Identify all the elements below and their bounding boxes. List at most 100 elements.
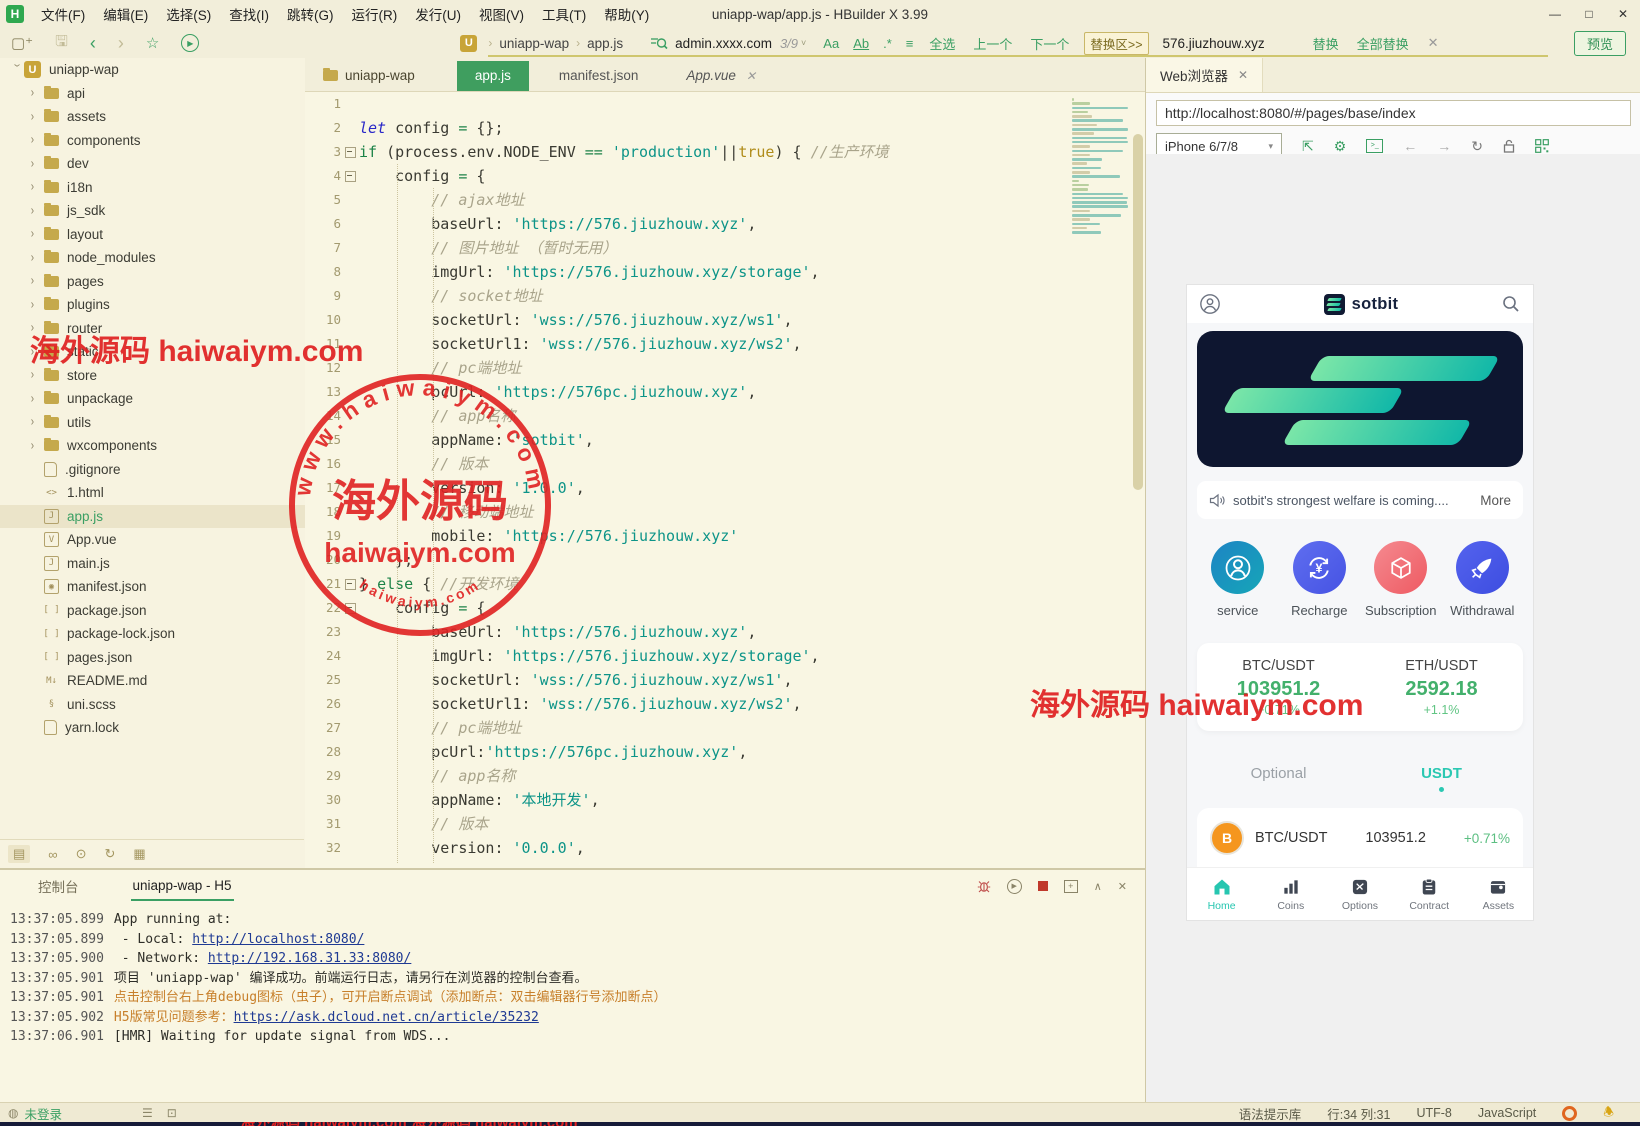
syntax-library-label[interactable]: 语法提示库 — [1239, 1104, 1302, 1123]
forward-icon[interactable]: › — [118, 33, 124, 54]
tree-folder-plugins[interactable]: ›plugins — [0, 293, 305, 317]
line-number[interactable]: 11 — [305, 332, 341, 356]
line-number[interactable]: 25 — [305, 668, 341, 692]
fold-gutter[interactable] — [341, 92, 359, 116]
menu-item-1[interactable]: 编辑(E) — [103, 4, 148, 24]
save-icon[interactable]: 🖫 — [55, 31, 68, 56]
tree-folder-store[interactable]: ›store — [0, 364, 305, 388]
tree-file-package.json[interactable]: [ ]package.json — [0, 599, 305, 623]
tree-folder-utils[interactable]: ›utils — [0, 411, 305, 435]
line-number[interactable]: 32 — [305, 836, 341, 860]
fold-gutter[interactable] — [341, 356, 359, 380]
replace-button[interactable]: 替换 — [1313, 34, 1339, 53]
line-number[interactable]: 1 — [305, 92, 341, 116]
line-number[interactable]: 6 — [305, 212, 341, 236]
tree-folder-components[interactable]: ›components — [0, 129, 305, 153]
tree-folder-node_modules[interactable]: ›node_modules — [0, 246, 305, 270]
line-number[interactable]: 30 — [305, 788, 341, 812]
fold-gutter[interactable] — [341, 740, 359, 764]
tree-folder-assets[interactable]: ›assets — [0, 105, 305, 129]
fold-gutter[interactable] — [341, 380, 359, 404]
search-input[interactable]: admin.xxxx.com — [675, 36, 772, 51]
replace-zone-button[interactable]: 替换区>> — [1084, 32, 1148, 55]
fold-gutter[interactable] — [341, 308, 359, 332]
tree-file-manifest.json[interactable]: ◉manifest.json — [0, 575, 305, 599]
tree-file-app.js[interactable]: Japp.js — [0, 505, 305, 529]
open-external-icon[interactable]: ⇱ — [1302, 138, 1314, 155]
back-icon[interactable]: ‹ — [90, 33, 96, 54]
tab-app-vue[interactable]: App.vue ✕ — [668, 61, 774, 91]
fold-gutter[interactable] — [341, 644, 359, 668]
fold-gutter[interactable] — [341, 284, 359, 308]
fold-gutter[interactable] — [341, 476, 359, 500]
encoding-label[interactable]: UTF-8 — [1416, 1106, 1451, 1120]
replace-all-button[interactable]: 全部替换 — [1357, 34, 1409, 53]
line-number[interactable]: 18 — [305, 500, 341, 524]
fold-gutter[interactable] — [341, 788, 359, 812]
fold-gutter[interactable] — [341, 500, 359, 524]
fold-marker-icon[interactable] — [345, 603, 356, 614]
tab-usdt[interactable]: USDT — [1360, 765, 1523, 792]
nav-coins[interactable]: Coins — [1256, 868, 1325, 920]
tab-console[interactable]: 控制台 — [38, 876, 79, 896]
next-button[interactable]: 下一个 — [1030, 34, 1069, 53]
browser-url-input[interactable] — [1156, 100, 1631, 126]
line-number[interactable]: 23 — [305, 620, 341, 644]
fold-gutter[interactable] — [341, 140, 359, 164]
log-link[interactable]: http://localhost:8080/ — [192, 932, 364, 947]
fold-gutter[interactable] — [341, 404, 359, 428]
fold-gutter[interactable] — [341, 428, 359, 452]
explorer-refresh-icon[interactable]: ↻ — [104, 846, 115, 862]
line-number[interactable]: 8 — [305, 260, 341, 284]
explorer-grid-icon[interactable]: ▦ — [133, 846, 145, 862]
line-number[interactable]: 27 — [305, 716, 341, 740]
code-area[interactable]: 12let config = {};3if (process.env.NODE_… — [305, 92, 1145, 869]
close-browser-tab-icon[interactable]: ✕ — [1238, 68, 1248, 82]
nav-forward-icon[interactable]: → — [1437, 138, 1451, 154]
tree-folder-wxcomponents[interactable]: ›wxcomponents — [0, 434, 305, 458]
tree-file-yarn.lock[interactable]: yarn.lock — [0, 716, 305, 740]
minimize-button[interactable]: — — [1538, 7, 1572, 21]
line-number[interactable]: 7 — [305, 236, 341, 260]
profile-icon[interactable] — [1199, 293, 1221, 315]
select-all-button[interactable]: 全选 — [929, 34, 955, 53]
fold-gutter[interactable] — [341, 188, 359, 212]
menu-item-2[interactable]: 选择(S) — [166, 4, 211, 24]
line-number[interactable]: 2 — [305, 116, 341, 140]
chevron-down-icon[interactable]: ˅ — [801, 38, 806, 48]
new-terminal-icon[interactable]: + — [1064, 880, 1078, 893]
qr-code-icon[interactable] — [1535, 139, 1549, 153]
log-link[interactable]: http://192.168.31.33:8080/ — [208, 951, 412, 966]
tree-folder-i18n[interactable]: ›i18n — [0, 176, 305, 200]
line-number[interactable]: 22 — [305, 596, 341, 620]
fold-gutter[interactable] — [341, 524, 359, 548]
tree-folder-js_sdk[interactable]: ›js_sdk — [0, 199, 305, 223]
fold-gutter[interactable] — [341, 332, 359, 356]
market-summary-card[interactable]: BTC/USDT 103951.2 +0.71% ETH/USDT 2592.1… — [1197, 643, 1523, 731]
collapse-panel-icon[interactable]: ∧ — [1094, 880, 1102, 893]
tree-file-pages.json[interactable]: [ ]pages.json — [0, 646, 305, 670]
market-eth[interactable]: ETH/USDT 2592.18 +1.1% — [1360, 643, 1523, 731]
withdrawal-button[interactable]: Withdrawal — [1442, 541, 1524, 619]
editor-project-label[interactable]: uniapp-wap — [305, 61, 433, 91]
tree-folder-pages[interactable]: ›pages — [0, 270, 305, 294]
fold-marker-icon[interactable] — [345, 171, 356, 182]
devtools-console-icon[interactable]: >_ — [1366, 139, 1383, 153]
tree-folder-unpackage[interactable]: ›unpackage — [0, 387, 305, 411]
tree-file-.gitignore[interactable]: .gitignore — [0, 458, 305, 482]
tree-folder-layout[interactable]: ›layout — [0, 223, 305, 247]
line-number[interactable]: 24 — [305, 644, 341, 668]
menu-item-8[interactable]: 工具(T) — [542, 4, 586, 24]
whole-word-toggle[interactable]: Ab — [853, 36, 869, 51]
run-icon[interactable]: ▶ — [181, 34, 199, 52]
tree-file-1.html[interactable]: <>1.html — [0, 481, 305, 505]
line-number[interactable]: 31 — [305, 812, 341, 836]
line-number[interactable]: 10 — [305, 308, 341, 332]
line-number[interactable]: 5 — [305, 188, 341, 212]
menu-item-0[interactable]: 文件(F) — [41, 4, 85, 24]
fold-gutter[interactable] — [341, 572, 359, 596]
tab-web-browser[interactable]: Web浏览器 ✕ — [1146, 58, 1263, 92]
notification-bell-icon[interactable]: 🕭 — [1603, 1103, 1614, 1124]
cursor-position[interactable]: 行:34 列:31 — [1327, 1104, 1390, 1123]
explorer-files-icon[interactable]: ▤ — [8, 845, 30, 863]
